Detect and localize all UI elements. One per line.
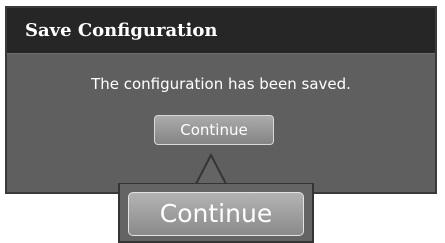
save-configuration-dialog: Save Configuration The configuration has… <box>5 6 437 194</box>
continue-button-zoomed[interactable]: Continue <box>128 192 304 236</box>
dialog-header: Save Configuration <box>7 8 435 54</box>
dialog-message: The configuration has been saved. <box>91 75 351 93</box>
dialog-title: Save Configuration <box>25 20 218 41</box>
continue-button[interactable]: Continue <box>154 115 274 145</box>
